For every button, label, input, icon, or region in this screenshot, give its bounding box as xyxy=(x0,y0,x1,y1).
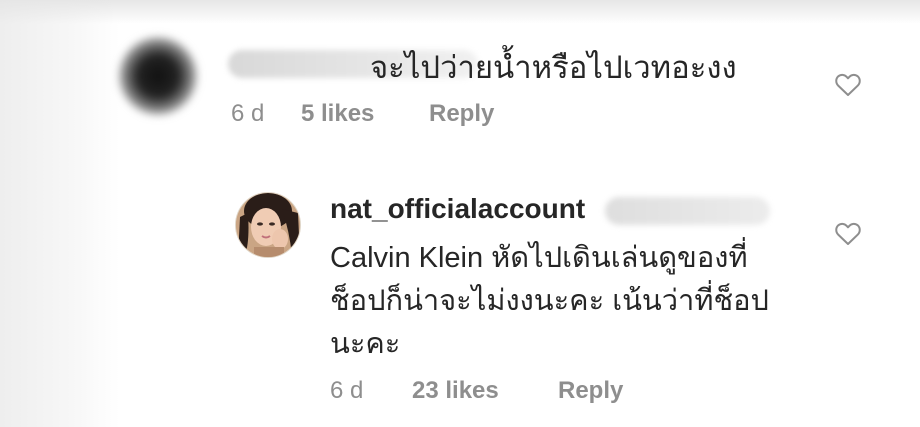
profile-photo xyxy=(236,193,300,257)
blurred-mention[interactable] xyxy=(605,197,770,225)
comment-item: จะไปว่ายน้ำหรือไปเวทอะงง 6 d 5 likes Rep… xyxy=(110,28,880,148)
heart-outline-icon[interactable] xyxy=(835,73,861,97)
reply-reply-button[interactable]: Reply xyxy=(558,377,623,405)
reply-time: 6 d xyxy=(330,377,364,404)
reply-likes-link[interactable]: 23 likes xyxy=(412,377,558,405)
blurred-avatar[interactable] xyxy=(118,36,198,116)
avatar[interactable] xyxy=(236,193,300,257)
reply-text-line: นะคะ xyxy=(330,328,401,360)
comment-meta: 6 d 5 likes Reply xyxy=(231,100,494,128)
top-edge-fade xyxy=(0,0,920,24)
reply-text-line: ช็อปก็น่าจะไม่งงนะคะ เน้นว่าที่ช็อป xyxy=(330,285,769,317)
reply-text-line: Calvin Klein หัดไปเดินเล่นดูของที่ xyxy=(330,242,748,274)
comments-screen: จะไปว่ายน้ำหรือไปเวทอะงง 6 d 5 likes Rep… xyxy=(0,0,920,427)
comment-time: 6 d xyxy=(231,100,265,127)
reply-meta: 6 d 23 likes Reply xyxy=(330,377,623,405)
left-edge-shade xyxy=(0,0,120,427)
heart-outline-icon[interactable] xyxy=(835,222,861,246)
reply-text: Calvin Klein หัดไปเดินเล่นดูของที่ ช็อปก… xyxy=(330,237,810,366)
comment-text: จะไปว่ายน้ำหรือไปเวทอะงง xyxy=(370,50,737,85)
comment-likes-link[interactable]: 5 likes xyxy=(301,100,429,128)
reply-username[interactable]: nat_officialaccount xyxy=(330,193,585,225)
comment-reply-button[interactable]: Reply xyxy=(429,100,494,128)
